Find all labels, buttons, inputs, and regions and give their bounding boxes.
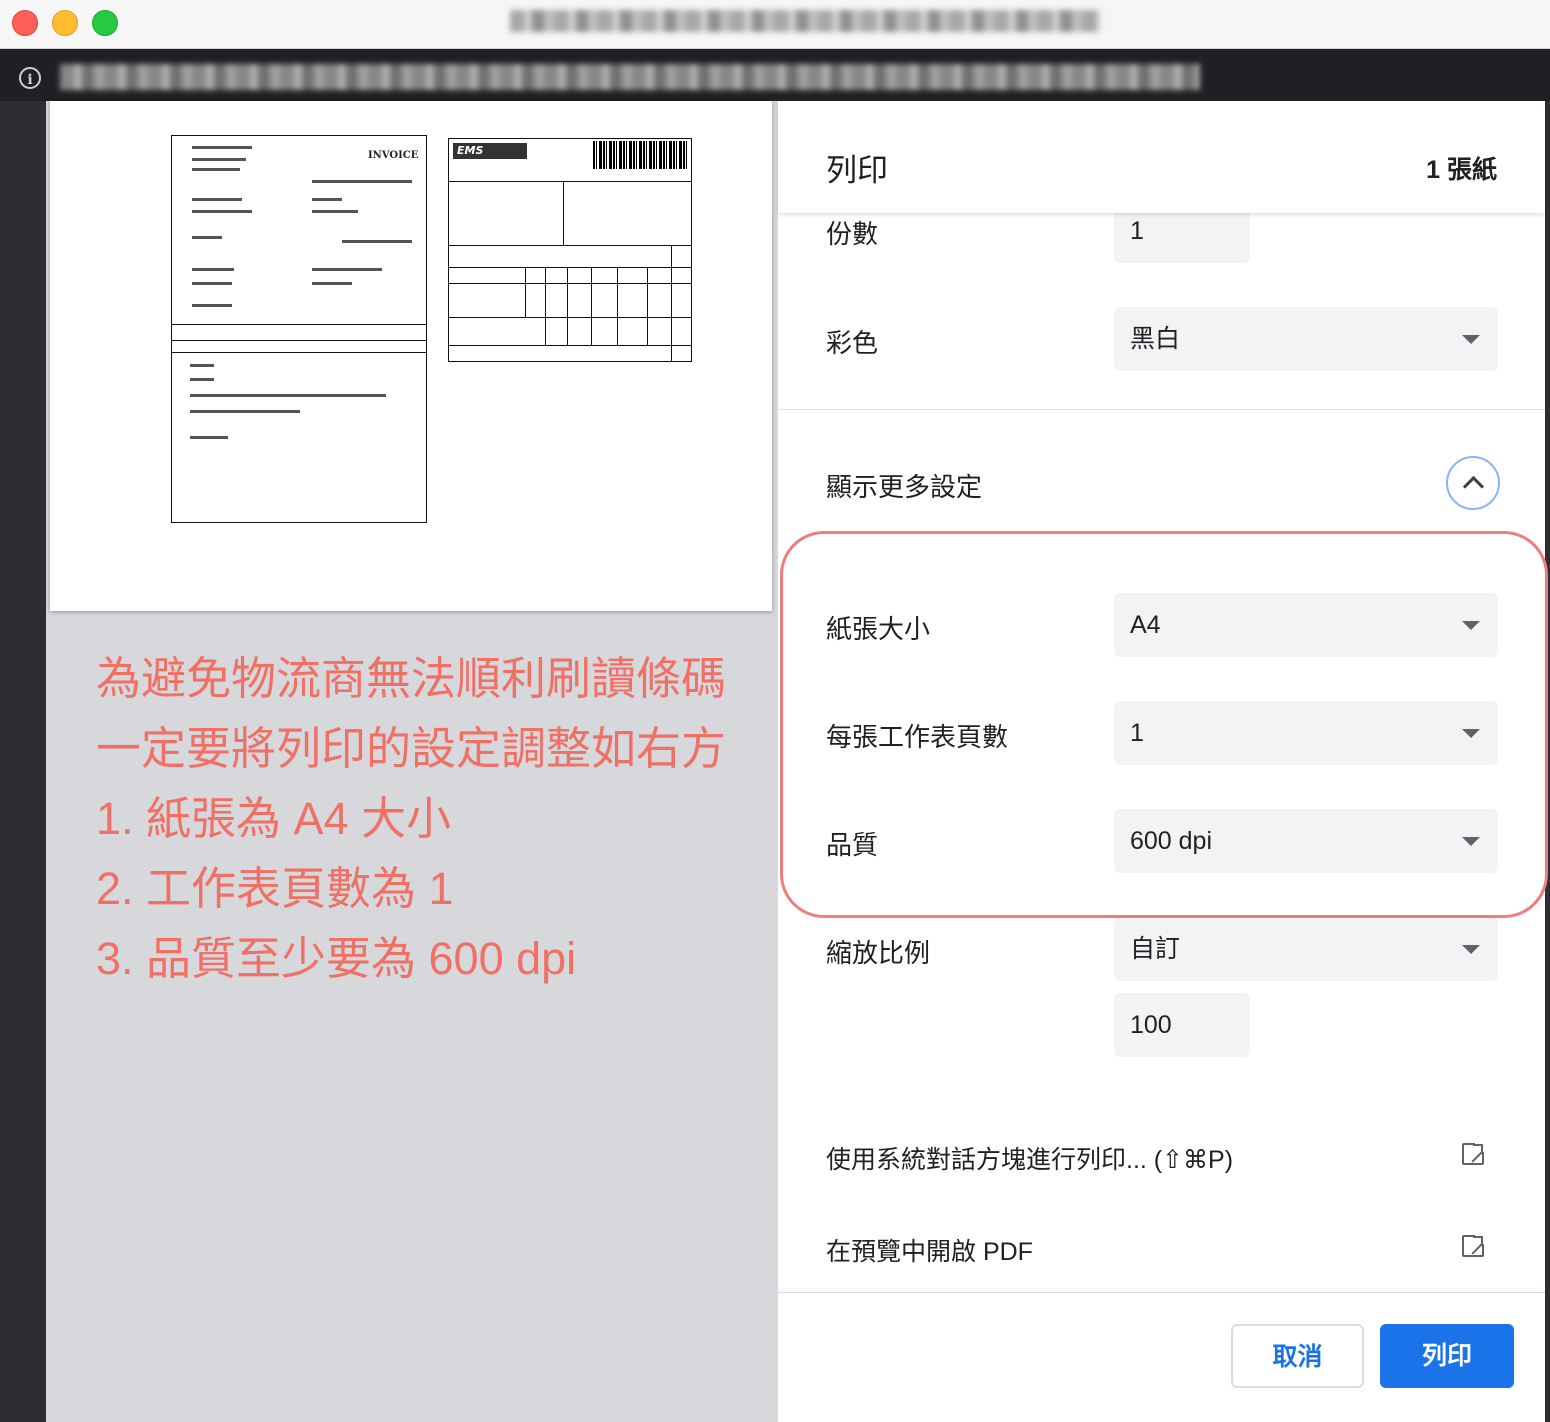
quality-select[interactable]: 600 dpi (1114, 809, 1498, 873)
page-title: 列印 (826, 153, 888, 188)
chevron-down-icon (1462, 335, 1480, 344)
annotation-line-4: 2. 工作表頁數為 1 (96, 863, 454, 914)
annotation-line-5: 3. 品質至少要為 600 dpi (96, 933, 577, 984)
invoice-text-line (192, 158, 246, 161)
ems-rule (449, 283, 691, 284)
more-settings-label[interactable]: 顯示更多設定 (826, 467, 982, 504)
print-settings-panel: 列印 1 張紙 份數 1 彩色 黑白 顯示更多設定 紙張大小 A4 每張工作表頁… (778, 101, 1545, 1422)
invoice-text-line (342, 240, 412, 243)
invoice-text-line (312, 268, 382, 271)
ems-logo: EMS (453, 143, 527, 159)
barcode (593, 141, 687, 169)
ems-rule (671, 245, 672, 361)
color-select-value: 黑白 (1130, 325, 1181, 353)
ems-rule (449, 267, 691, 268)
invoice-text-line (192, 282, 232, 285)
invoice-text-line (190, 394, 386, 397)
ems-rule (591, 267, 592, 345)
minimize-window-button[interactable] (52, 10, 78, 36)
pages-per-sheet-select[interactable]: 1 (1114, 701, 1498, 765)
paper-size-label: 紙張大小 (826, 614, 931, 644)
ems-rule (525, 267, 526, 317)
invoice-text-line (190, 410, 300, 413)
invoice-text-line (312, 282, 352, 285)
right-background-strip (1545, 101, 1550, 1422)
system-dialog-link[interactable]: 使用系統對話方塊進行列印... (⇧⌘P) (826, 1140, 1233, 1176)
more-settings-toggle[interactable] (1446, 456, 1500, 510)
chevron-up-icon (1462, 475, 1485, 498)
chevron-down-icon (1462, 621, 1480, 630)
footer-divider (778, 1292, 1545, 1293)
invoice-text-line (192, 304, 232, 307)
pages-per-sheet-value: 1 (1130, 719, 1144, 747)
window-title-redacted (510, 10, 1100, 32)
annotation-line-2: 一定要將列印的設定調整如右方 (96, 723, 727, 774)
left-background-strip (0, 101, 46, 1422)
ems-rule (449, 345, 691, 346)
ems-label-thumbnail: EMS (448, 138, 692, 362)
close-window-button[interactable] (12, 10, 38, 36)
print-button[interactable]: 列印 (1380, 1324, 1514, 1388)
zoom-window-button[interactable] (92, 10, 118, 36)
ems-rule (545, 267, 546, 345)
invoice-text-line (192, 168, 240, 171)
panel-header: 列印 1 張紙 (778, 101, 1545, 213)
arrow-icon (1473, 1236, 1483, 1246)
open-external-icon[interactable] (1462, 1234, 1485, 1257)
scale-custom-value: 100 (1130, 1011, 1172, 1039)
invoice-thumbnail: INVOICE (171, 135, 427, 523)
cancel-button[interactable]: 取消 (1231, 1324, 1364, 1388)
paper-size-select[interactable]: A4 (1114, 593, 1498, 657)
invoice-text-line (192, 198, 242, 201)
chevron-down-icon (1462, 729, 1480, 738)
invoice-title: INVOICE (368, 150, 419, 161)
ems-rule (567, 267, 568, 345)
invoice-text-line (190, 364, 214, 367)
chevron-down-icon (1462, 837, 1480, 846)
preview-page: INVOICE EMS (50, 101, 772, 611)
paper-size-value: A4 (1130, 611, 1161, 639)
scale-label: 縮放比例 (826, 938, 931, 968)
color-label: 彩色 (826, 328, 879, 358)
invoice-table-rule (172, 352, 426, 353)
pages-per-sheet-label: 每張工作表頁數 (826, 722, 1009, 752)
ems-rule (647, 267, 648, 345)
invoice-table-rule (172, 324, 426, 325)
copies-value: 1 (1130, 217, 1144, 245)
invoice-text-line (312, 198, 342, 201)
invoice-text-line (312, 180, 412, 183)
annotation-line-3: 1. 紙張為 A4 大小 (96, 793, 452, 844)
scale-value: 自訂 (1130, 935, 1181, 963)
chevron-down-icon (1462, 945, 1480, 954)
invoice-table-rule (172, 340, 426, 341)
open-external-icon[interactable] (1462, 1142, 1485, 1165)
invoice-text-line (192, 268, 234, 271)
ems-rule (617, 267, 618, 345)
scale-custom-input[interactable]: 100 (1114, 993, 1250, 1057)
ems-rule (449, 245, 691, 246)
ems-rule (449, 317, 691, 318)
url-redacted[interactable] (60, 64, 1200, 90)
invoice-text-line (192, 210, 252, 213)
sheet-count: 1 張紙 (1426, 156, 1497, 184)
divider (778, 409, 1545, 410)
ems-rule (449, 181, 691, 182)
annotation-line-1: 為避免物流商無法順利刷讀條碼 (96, 653, 727, 704)
ems-rule (563, 181, 564, 245)
scale-select[interactable]: 自訂 (1114, 917, 1498, 981)
quality-value: 600 dpi (1130, 827, 1213, 855)
arrow-icon (1473, 1144, 1483, 1154)
invoice-text-line (190, 378, 214, 381)
info-icon[interactable]: i (19, 67, 41, 89)
copies-label: 份數 (826, 219, 879, 249)
quality-label: 品質 (826, 830, 879, 860)
color-select[interactable]: 黑白 (1114, 307, 1498, 371)
invoice-text-line (192, 236, 222, 239)
invoice-text-line (192, 146, 252, 149)
invoice-text-line (190, 436, 228, 439)
open-pdf-link[interactable]: 在預覽中開啟 PDF (826, 1232, 1033, 1268)
invoice-text-line (312, 210, 358, 213)
